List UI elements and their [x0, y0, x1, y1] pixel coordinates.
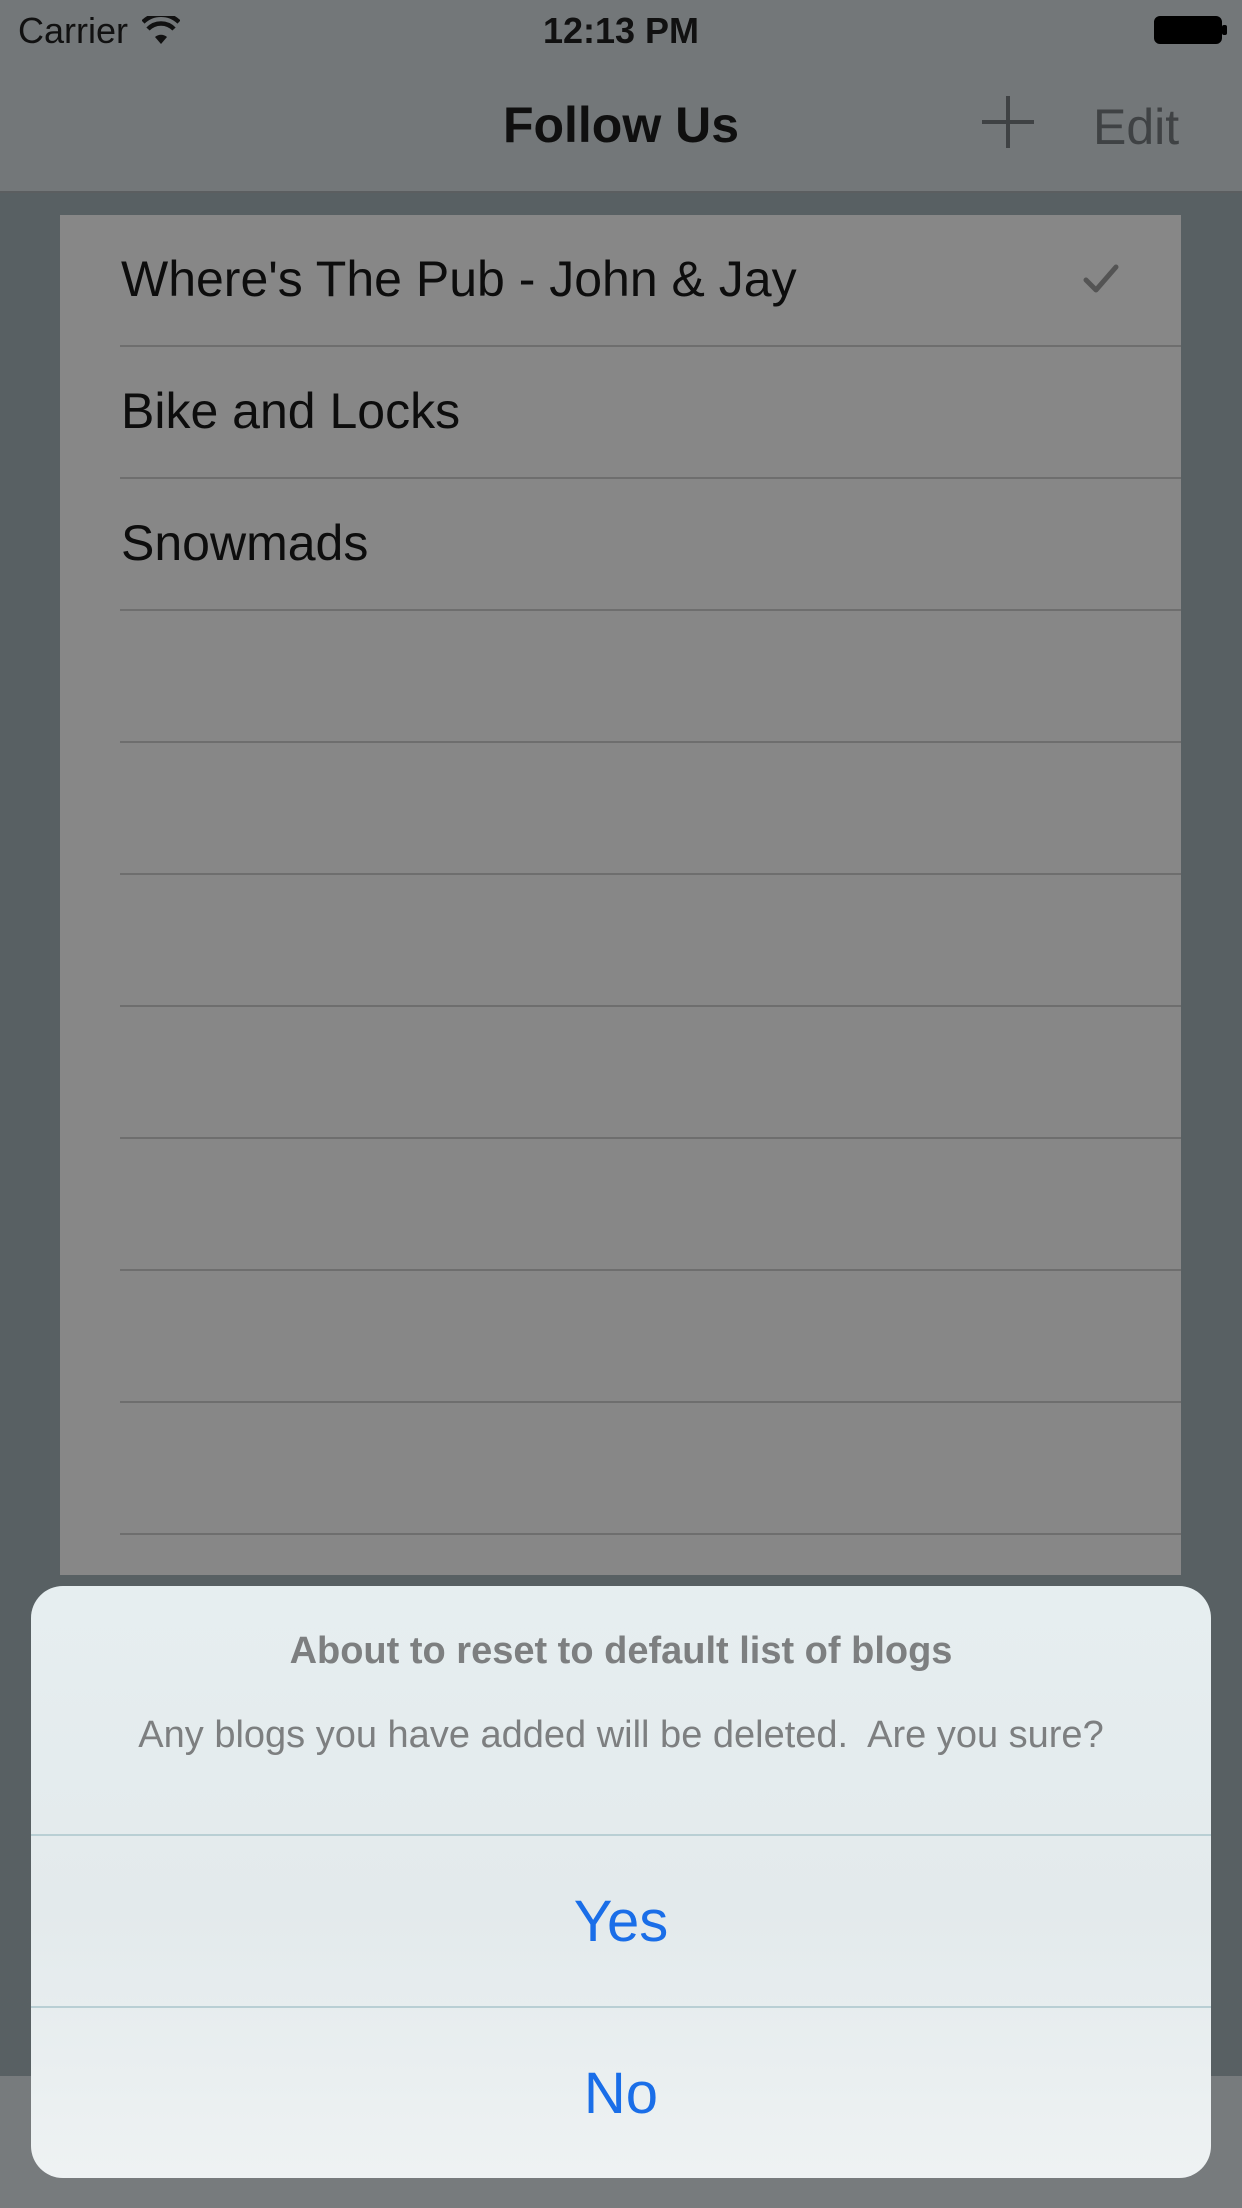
empty-row	[60, 1007, 1181, 1139]
add-blog-button[interactable]	[980, 94, 1036, 150]
action-sheet-message: Any blogs you have added will be deleted…	[138, 1714, 1104, 1756]
navigation-bar: Follow Us Edit	[0, 60, 1242, 193]
battery-full-icon	[1154, 16, 1227, 44]
empty-row	[60, 743, 1181, 875]
checkmark-icon	[1083, 264, 1119, 293]
status-bar: Carrier 12:13 PM	[0, 0, 1242, 60]
empty-row	[60, 1271, 1181, 1403]
empty-row	[60, 875, 1181, 1007]
blog-list: Where's The Pub - John & Jay Bike and Lo…	[60, 215, 1181, 1575]
no-button[interactable]: No	[31, 2008, 1211, 2178]
list-item[interactable]: Where's The Pub - John & Jay	[60, 215, 1181, 347]
list-item-label: Bike and Locks	[121, 383, 461, 439]
plus-icon	[982, 96, 1034, 148]
action-sheet-title: About to reset to default list of blogs	[289, 1630, 953, 1672]
empty-row	[60, 611, 1181, 743]
empty-row	[60, 1403, 1181, 1535]
list-item[interactable]: Bike and Locks	[60, 347, 1181, 479]
yes-button[interactable]: Yes	[31, 1836, 1211, 2006]
row-separator	[120, 1533, 1181, 1535]
reset-action-sheet: About to reset to default list of blogs …	[31, 1586, 1211, 2178]
status-time: 12:13 PM	[542, 10, 700, 51]
page-title: Follow Us	[502, 97, 740, 153]
list-item-label: Where's The Pub - John & Jay	[121, 251, 797, 307]
edit-button[interactable]: Edit	[1093, 98, 1179, 156]
empty-row	[60, 1139, 1181, 1271]
list-item-label: Snowmads	[121, 515, 369, 571]
list-item[interactable]: Snowmads	[60, 479, 1181, 611]
